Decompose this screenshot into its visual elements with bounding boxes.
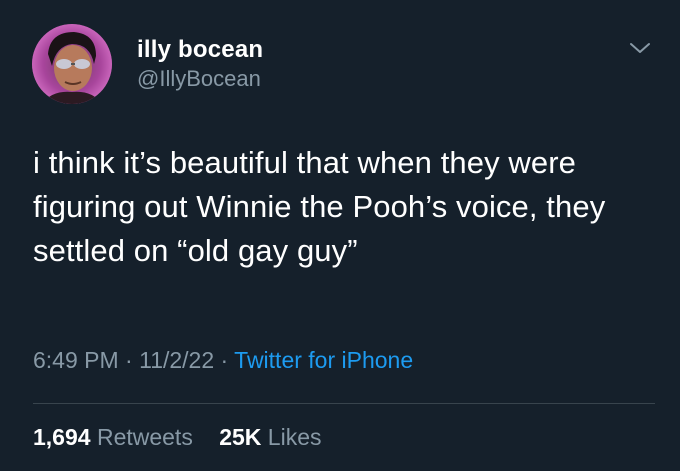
chevron-down-icon[interactable] xyxy=(628,38,652,58)
tweet-text: i think it’s beautiful that when they we… xyxy=(33,145,606,268)
meta-separator: · xyxy=(118,347,140,373)
retweets-stat[interactable]: 1,694 Retweets xyxy=(33,424,193,450)
likes-label: Likes xyxy=(261,424,322,450)
divider xyxy=(33,403,655,404)
likes-stat[interactable]: 25K Likes xyxy=(219,424,321,450)
retweets-count: 1,694 xyxy=(33,424,91,450)
tweet-card: illy bocean @IllyBocean i think it’s bea… xyxy=(0,0,680,471)
likes-count: 25K xyxy=(219,424,262,450)
tweet-date[interactable]: 11/2/22 xyxy=(139,347,214,373)
tweet-source-link[interactable]: Twitter for iPhone xyxy=(234,347,413,373)
retweets-label: Retweets xyxy=(90,424,193,450)
avatar-image xyxy=(32,24,112,104)
meta-separator: · xyxy=(214,347,235,373)
avatar[interactable] xyxy=(32,24,112,104)
tweet-meta: 6:49 PM · 11/2/22 · Twitter for iPhone xyxy=(33,347,413,374)
author-name[interactable]: illy bocean xyxy=(137,36,263,64)
author-handle[interactable]: @IllyBocean xyxy=(137,66,261,92)
tweet-stats: 1,694 Retweets 25K Likes xyxy=(33,424,322,451)
tweet-time[interactable]: 6:49 PM xyxy=(33,347,119,373)
